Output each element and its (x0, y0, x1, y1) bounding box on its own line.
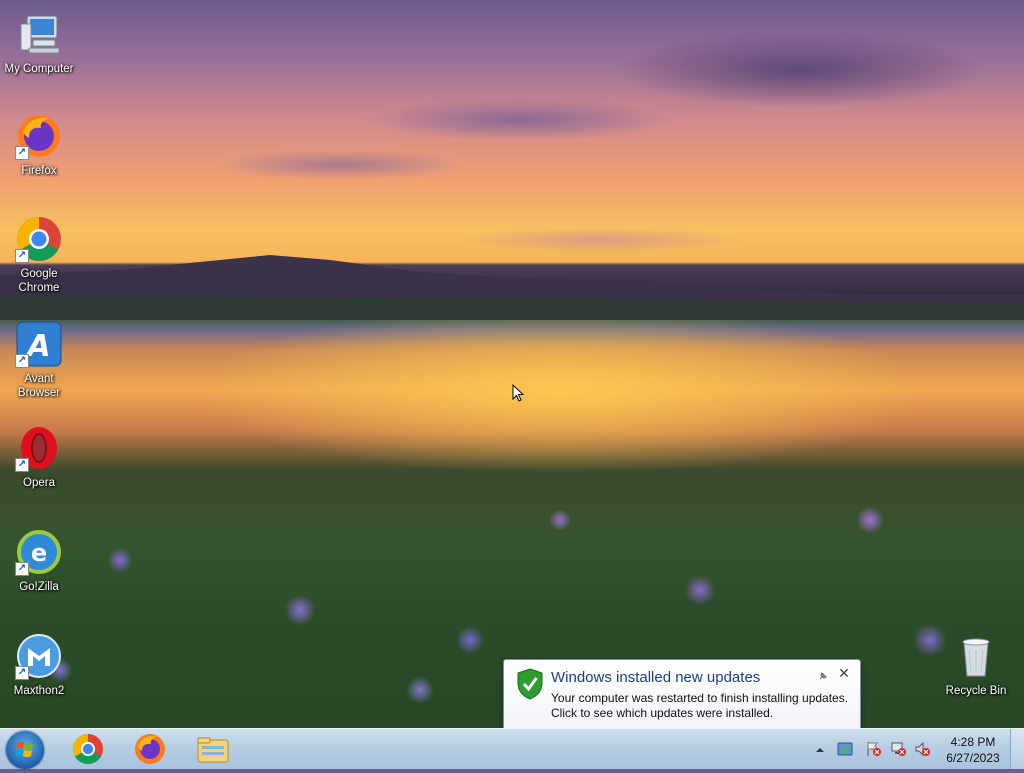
desktop-icon-label: Google Chrome (18, 268, 60, 294)
shortcut-arrow-icon: ↗ (15, 146, 29, 160)
computer-icon (15, 10, 63, 58)
show-hidden-icons-chevron-icon[interactable] (815, 742, 825, 758)
shortcut-arrow-icon: ↗ (15, 458, 29, 472)
desktop-icon-firefox[interactable]: ↗ Firefox (0, 112, 78, 178)
show-desktop-button[interactable] (1010, 729, 1024, 769)
shortcut-arrow-icon: ↗ (15, 249, 29, 263)
desktop-icon-opera[interactable]: ↗ Opera (0, 424, 78, 490)
desktop-icon-label: My Computer (4, 63, 74, 75)
desktop-icon-google-chrome[interactable]: ↗ Google Chrome (0, 215, 78, 295)
desktop-icon-label: Go!Zilla (19, 581, 59, 593)
maxthon-icon: ↗ (15, 632, 63, 680)
desktop-icon-recycle-bin[interactable]: Recycle Bin (937, 632, 1015, 698)
desktop-icon-label: Firefox (21, 165, 57, 177)
svg-text:A: A (25, 329, 50, 364)
desktop-icon-gozilla[interactable]: e ↗ Go!Zilla (0, 528, 78, 594)
notification-options-icon[interactable] (817, 670, 829, 682)
wallpaper-clouds (0, 0, 1024, 270)
taskbar: 4:28 PM 6/27/2023 (0, 728, 1024, 769)
clock-time: 4:28 PM (950, 735, 996, 749)
notification-body: Your computer was restarted to finish in… (551, 691, 848, 721)
recycle-bin-icon (952, 632, 1000, 680)
desktop-icon-avant-browser[interactable]: A ↗ Avant Browser (0, 320, 78, 400)
windows-logo-icon (15, 742, 33, 757)
taskbar-file-explorer-button[interactable] (193, 732, 233, 766)
opera-icon: ↗ (15, 424, 63, 472)
svg-text:e: e (31, 539, 47, 567)
shortcut-arrow-icon: ↗ (15, 354, 29, 368)
notification-line-2: Click to see which updates were installe… (551, 706, 774, 720)
notification-close-icon[interactable]: ✕ (837, 667, 851, 681)
firefox-icon (135, 734, 165, 764)
shortcut-arrow-icon: ↗ (15, 666, 29, 680)
taskbar-firefox-button[interactable] (130, 732, 170, 766)
file-explorer-icon (197, 737, 229, 763)
taskbar-chrome-button[interactable] (68, 732, 108, 766)
desktop-icon-label: Avant Browser (17, 373, 61, 399)
notification-line-1: Your computer was restarted to finish in… (551, 691, 849, 705)
clock-date: 6/27/2023 (946, 751, 1000, 765)
windows-update-tray-icon[interactable] (837, 741, 853, 757)
taskbar-clock[interactable]: 4:28 PM 6/27/2023 (943, 734, 1003, 766)
notification-title: Windows installed new updates (551, 669, 761, 686)
firefox-icon: ↗ (15, 112, 63, 160)
desktop-icon-label: Recycle Bin (945, 685, 1007, 697)
wallpaper-hills (0, 255, 1024, 320)
action-center-flag-icon[interactable] (866, 741, 882, 757)
chrome-icon: ↗ (15, 215, 63, 263)
shortcut-arrow-icon: ↗ (15, 562, 29, 576)
desktop-icon-my-computer[interactable]: My Computer (0, 10, 78, 76)
start-button[interactable] (6, 731, 44, 769)
mouse-cursor-icon (512, 384, 524, 402)
network-tray-icon[interactable] (891, 741, 907, 757)
desktop-icon-maxthon[interactable]: ↗ Maxthon2 (0, 632, 78, 698)
desktop-icon-label: Maxthon2 (13, 685, 65, 697)
update-notification-balloon[interactable]: Windows installed new updates Your compu… (503, 659, 861, 731)
chrome-icon (72, 734, 103, 765)
gozilla-icon: e ↗ (15, 528, 63, 576)
security-shield-check-icon (517, 668, 543, 700)
avant-browser-icon: A ↗ (15, 320, 63, 368)
volume-muted-tray-icon[interactable] (915, 741, 931, 757)
desktop-icon-label: Opera (23, 477, 55, 489)
